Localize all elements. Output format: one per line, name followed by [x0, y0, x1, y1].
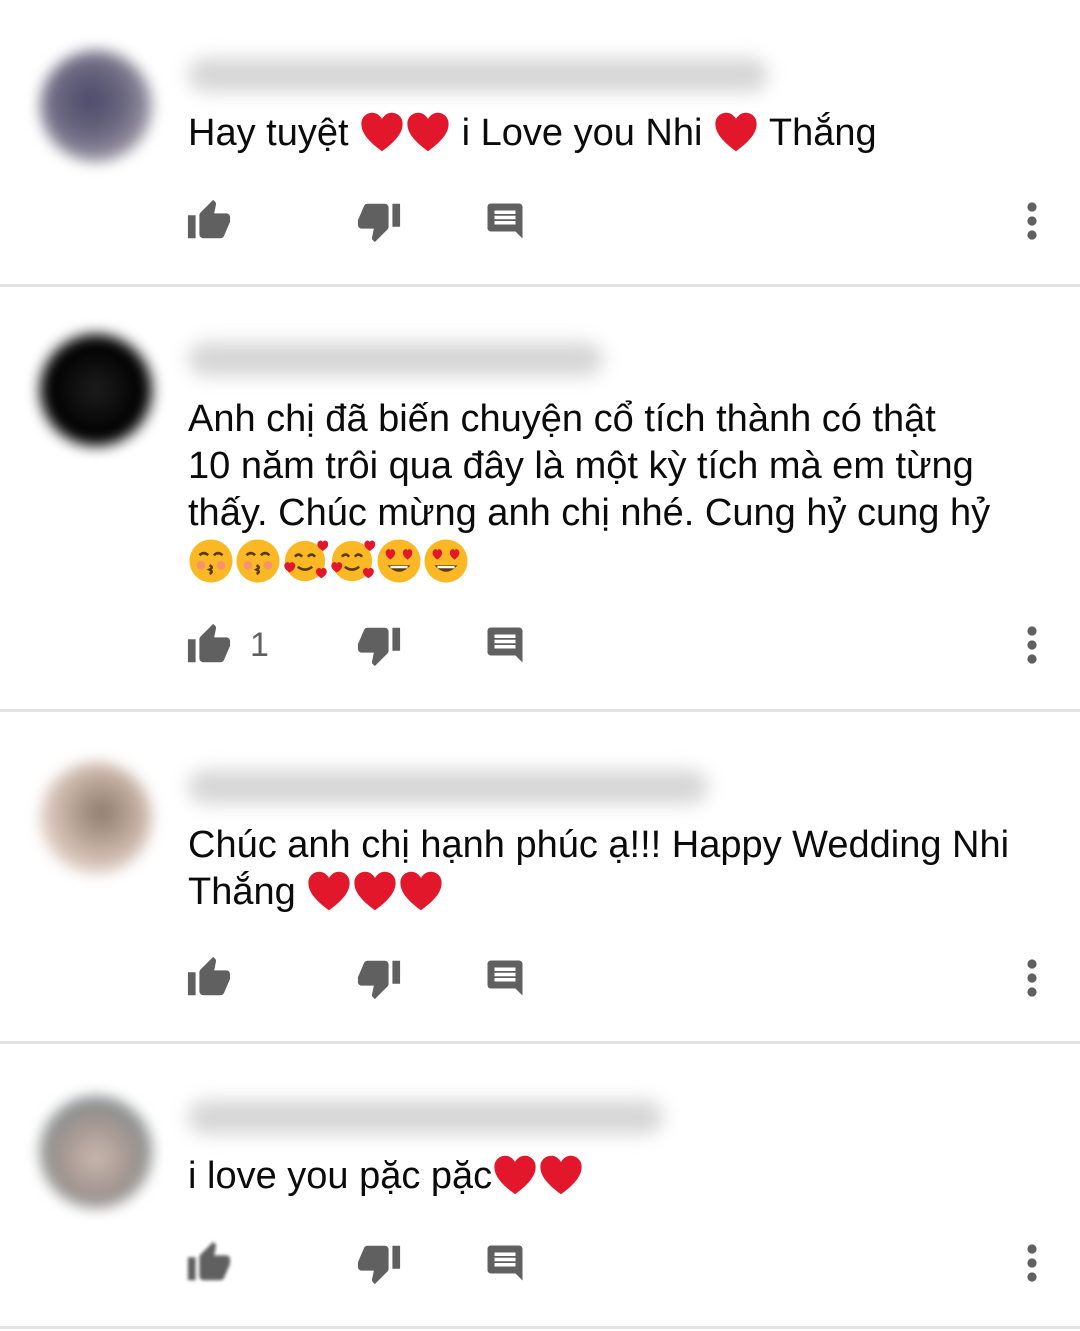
like-button[interactable]	[186, 953, 250, 1003]
heart-eyes-face-icon	[377, 539, 421, 583]
more-options-button[interactable]	[1020, 620, 1044, 670]
kissing-face-icon	[236, 539, 280, 583]
comment-text: Chúc anh chị hạnh phúc ạ!!! Happy Weddin…	[188, 822, 1048, 916]
heart-eyes-face-icon	[424, 539, 468, 583]
comment-line: 10 năm trôi qua đây là một kỳ tích mà em…	[188, 445, 974, 487]
comment-line: Thắng	[188, 871, 296, 913]
comment-text-segment: Hay tuyệt	[188, 112, 360, 154]
comment-actions	[0, 953, 1080, 1003]
comment-actions	[0, 196, 1080, 246]
kissing-face-icon	[189, 539, 233, 583]
thumb-down-icon	[357, 203, 401, 243]
smiling-face-with-hearts-icon	[284, 540, 328, 582]
comment-line: thấy. Chúc mừng anh chị nhé. Cung hỷ cun…	[188, 492, 991, 534]
reply-button[interactable]	[484, 196, 526, 246]
dislike-button[interactable]	[356, 620, 402, 670]
dislike-button[interactable]	[356, 1238, 402, 1288]
heart-emoji-icon	[494, 1155, 536, 1195]
like-button[interactable]	[186, 196, 250, 246]
author-meta	[188, 342, 603, 376]
heart-emoji-icon	[715, 112, 757, 152]
comment-line-wrap: Thắng	[188, 869, 1048, 916]
comment-feed: Hay tuyệt i Love you Nhi Thắng Anh chị đ…	[0, 0, 1080, 1331]
comment-text-segment: i Love you Nhi	[461, 112, 714, 154]
heart-emoji-icon	[308, 871, 350, 911]
reply-comment-icon	[487, 627, 523, 663]
author-meta	[188, 770, 708, 804]
reply-comment-icon	[487, 1245, 523, 1281]
comment-line: Chúc anh chị hạnh phúc ạ!!! Happy Weddin…	[188, 824, 1010, 866]
thumb-down-icon	[357, 960, 401, 1000]
heart-emoji-icon	[361, 112, 403, 152]
comment-text: Anh chị đã biến chuyện cổ tích thành có …	[188, 396, 1048, 588]
heart-emoji-icon	[400, 871, 442, 911]
thumb-down-icon	[357, 1245, 401, 1285]
emoji-row	[188, 538, 1048, 588]
divider	[0, 1326, 1080, 1329]
comment-text: i love you pặc pặc	[188, 1153, 1048, 1200]
avatar[interactable]	[40, 1096, 152, 1208]
more-options-button[interactable]	[1020, 196, 1044, 246]
author-meta	[188, 1100, 663, 1134]
thumb-up-icon	[187, 199, 231, 239]
divider	[0, 709, 1080, 712]
comment-text-segment: Thắng	[768, 112, 877, 154]
more-vertical-icon	[1027, 959, 1037, 997]
comment-actions: 1	[0, 620, 1080, 670]
divider	[0, 284, 1080, 287]
like-button[interactable]	[186, 1238, 250, 1288]
avatar[interactable]	[40, 50, 152, 162]
reply-comment-icon	[487, 203, 523, 239]
more-vertical-icon	[1027, 1244, 1037, 1282]
reply-button[interactable]	[484, 1238, 526, 1288]
heart-emoji-icon	[407, 112, 449, 152]
author-meta	[188, 58, 768, 92]
dislike-button[interactable]	[356, 196, 402, 246]
thumb-down-icon	[357, 627, 401, 667]
heart-emoji-icon	[540, 1155, 582, 1195]
more-options-button[interactable]	[1020, 953, 1044, 1003]
thumb-up-icon	[187, 956, 231, 996]
smiling-face-with-hearts-icon	[331, 540, 375, 582]
divider	[0, 1041, 1080, 1044]
thumb-up-icon	[187, 623, 231, 663]
thumb-up-icon	[187, 1241, 231, 1281]
reply-button[interactable]	[484, 953, 526, 1003]
more-vertical-icon	[1027, 202, 1037, 240]
reply-button[interactable]	[484, 620, 526, 670]
like-button[interactable]: 1	[186, 620, 269, 670]
heart-emoji-icon	[354, 871, 396, 911]
reply-comment-icon	[487, 960, 523, 996]
comment-text-segment: i love you pặc pặc	[188, 1155, 493, 1197]
comment-actions	[0, 1238, 1080, 1288]
avatar[interactable]	[40, 762, 152, 874]
more-options-button[interactable]	[1020, 1238, 1044, 1288]
dislike-button[interactable]	[356, 953, 402, 1003]
avatar[interactable]	[40, 334, 152, 446]
comment-line: Anh chị đã biến chuyện cổ tích thành có …	[188, 398, 936, 440]
more-vertical-icon	[1027, 626, 1037, 664]
comment-text: Hay tuyệt i Love you Nhi Thắng	[188, 110, 1048, 157]
like-count: 1	[250, 625, 269, 664]
